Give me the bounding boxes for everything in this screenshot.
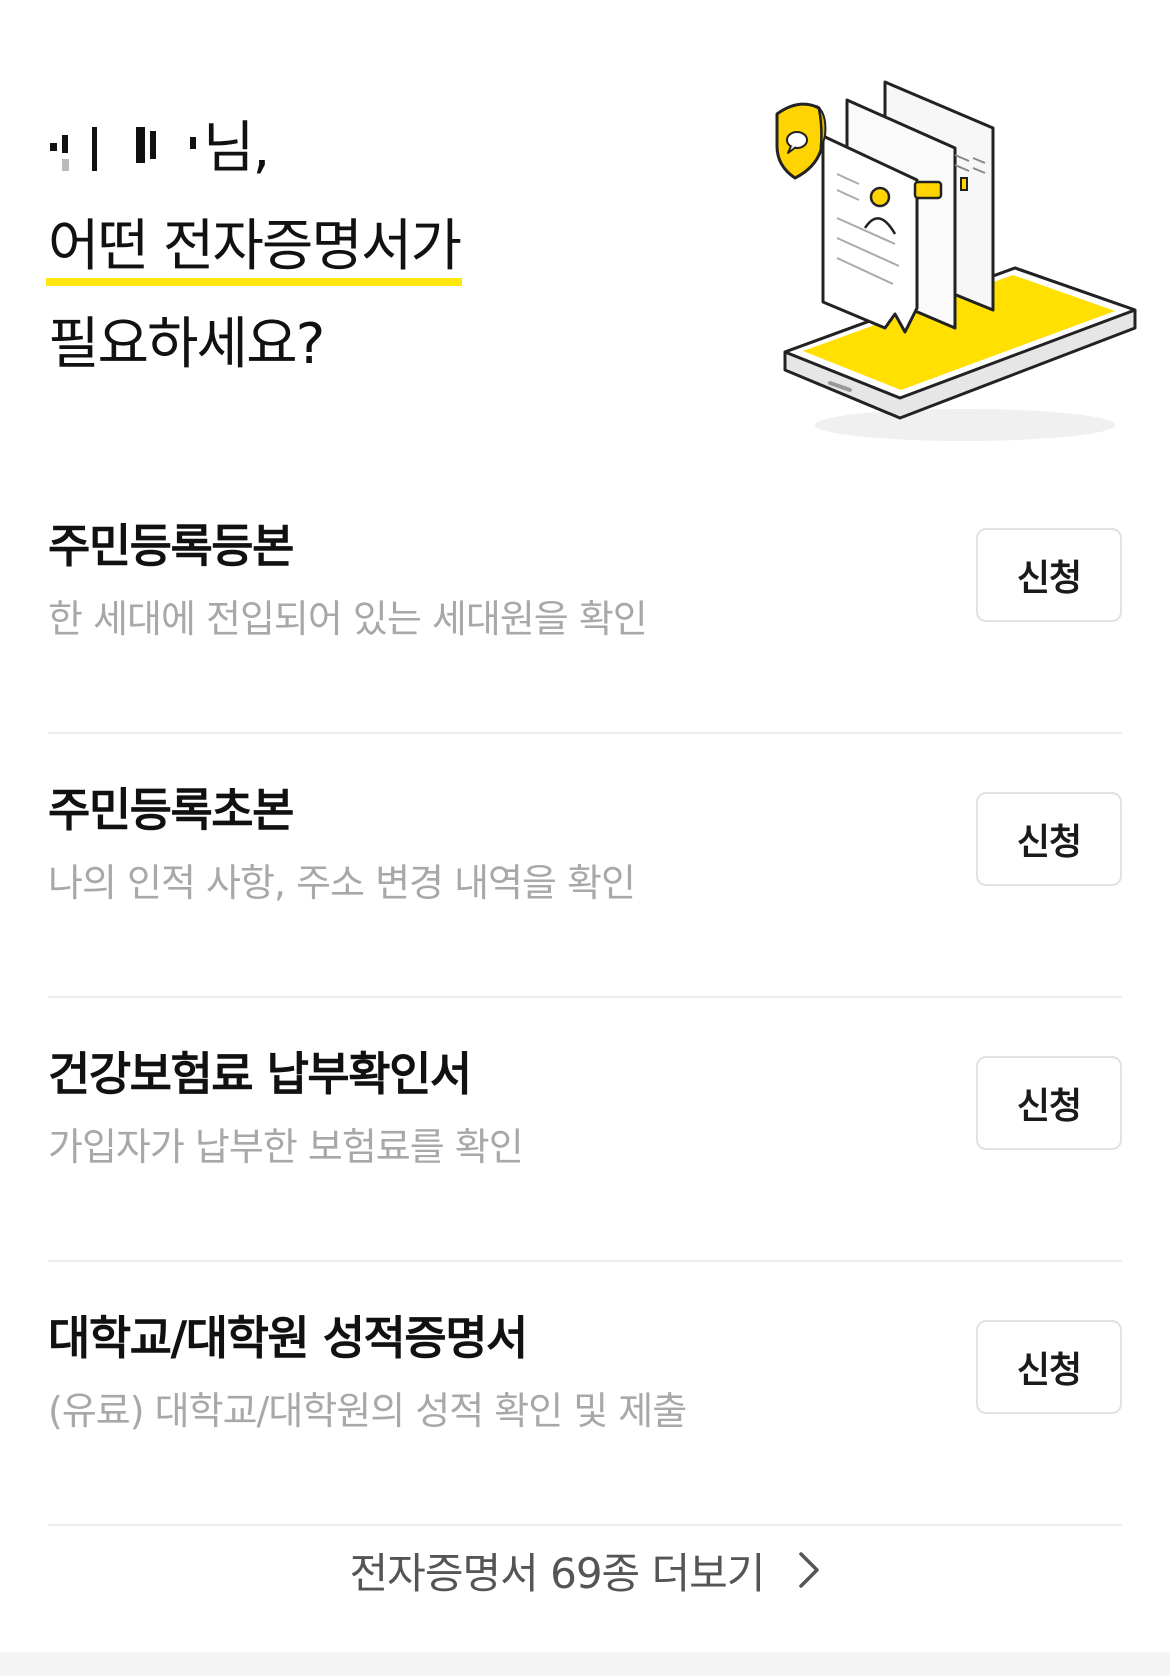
bottom-divider (0, 1652, 1170, 1676)
certificate-title: 건강보험료 납부확인서 (48, 1047, 472, 1101)
document-phone-illustration (775, 80, 1137, 441)
more-certificates-link[interactable]: 전자증명서 69종 더보기 (0, 1520, 1170, 1620)
chevron-right-icon (798, 1551, 820, 1589)
certificate-title: 주민등록등본 (48, 519, 294, 573)
certificate-list: 주민등록등본 한 세대에 전입되어 있는 세대원을 확인 신청 주민등록초본 나… (48, 470, 1122, 1526)
apply-button[interactable]: 신청 (976, 1056, 1122, 1150)
greeting-highlight: 어떤 전자증명서가 (46, 198, 462, 296)
list-item[interactable]: 주민등록초본 나의 인적 사항, 주소 변경 내역을 확인 신청 (48, 734, 1122, 998)
greeting-line-2: 어떤 전자증명서가 (46, 198, 462, 296)
certificate-title: 대학교/대학원 성적증명서 (48, 1311, 528, 1365)
apply-button[interactable]: 신청 (976, 1320, 1122, 1414)
header-section: 님, 어떤 전자증명서가 필요하세요? (0, 0, 1170, 470)
apply-button[interactable]: 신청 (976, 528, 1122, 622)
certificate-description: 나의 인적 사항, 주소 변경 내역을 확인 (48, 861, 636, 905)
greeting-line-1: 님, (48, 100, 460, 198)
certificate-description: 가입자가 납부한 보험료를 확인 (48, 1125, 524, 1169)
greeting-line-3: 필요하세요? (48, 312, 325, 377)
certificate-description: (유료) 대학교/대학원의 성적 확인 및 제출 (48, 1389, 687, 1433)
list-item[interactable]: 건강보험료 납부확인서 가입자가 납부한 보험료를 확인 신청 (48, 998, 1122, 1262)
certificate-description: 한 세대에 전입되어 있는 세대원을 확인 (48, 597, 648, 641)
apply-button[interactable]: 신청 (976, 792, 1122, 886)
masked-user-name (48, 115, 203, 175)
list-item[interactable]: 대학교/대학원 성적증명서 (유료) 대학교/대학원의 성적 확인 및 제출 신… (48, 1262, 1122, 1526)
more-certificates-label: 전자증명서 69종 더보기 (349, 1548, 766, 1598)
certificate-title: 주민등록초본 (48, 783, 294, 837)
list-item[interactable]: 주민등록등본 한 세대에 전입되어 있는 세대원을 확인 신청 (48, 470, 1122, 734)
greeting-suffix: 님, (203, 116, 270, 181)
greeting-heading: 님, 어떤 전자증명서가 필요하세요? (46, 100, 462, 394)
